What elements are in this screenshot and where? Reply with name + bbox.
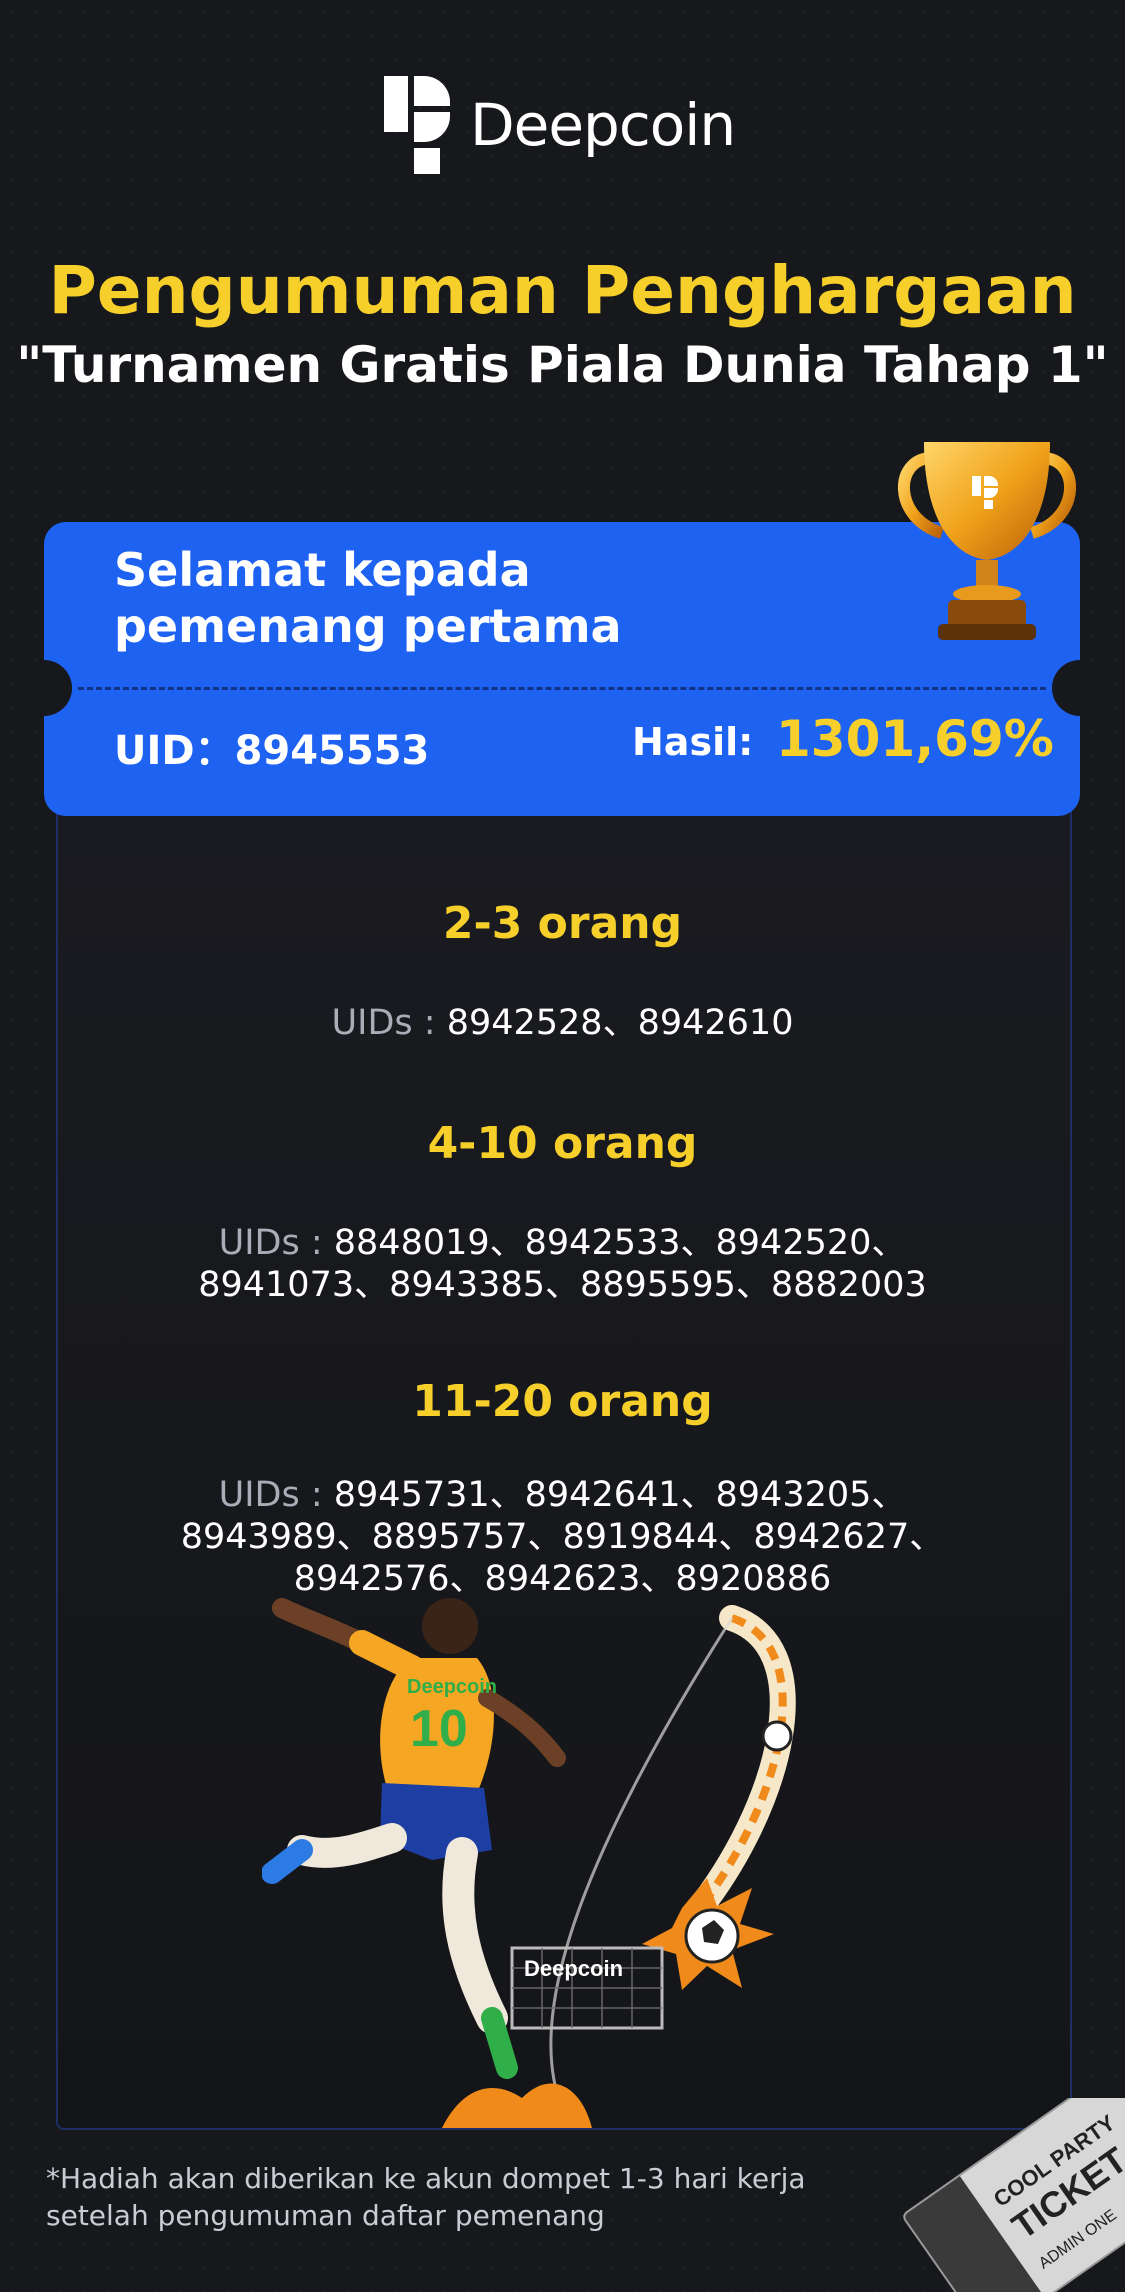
- jersey-number-text: 10: [410, 1700, 468, 1758]
- uids-label: UIDs :: [218, 1223, 323, 1263]
- result-label: Hasil:: [632, 720, 754, 764]
- tier-title-2-3: 2-3 orang: [442, 898, 683, 949]
- ticket-divider: [78, 687, 1046, 690]
- result-value: 1301,69%: [776, 710, 1054, 768]
- deepcoin-logo: Deepcoin: [384, 76, 736, 174]
- uids-label: UIDs :: [331, 1003, 436, 1043]
- tier-uids-11-20: UIDs : 8945731、8942641、8943205、8943989、8…: [140, 1474, 985, 1600]
- deepcoin-logo-icon: [384, 76, 450, 174]
- tier-title-11-20: 11-20 orang: [412, 1376, 713, 1427]
- trophy-icon: [897, 442, 1077, 640]
- ticket-notch-left: [16, 660, 72, 716]
- uids-values: 8942528、8942610: [446, 1003, 794, 1043]
- jersey-brand-text: Deepcoin: [407, 1676, 497, 1698]
- page-title: Pengumuman Penghargaan: [48, 252, 1077, 329]
- footnote: *Hadiah akan diberikan ke akun dompet 1-…: [46, 2162, 806, 2232]
- tier-uids-2-3: UIDs : 8942528、8942610: [140, 1002, 985, 1044]
- ticket-notch-right: [1052, 660, 1108, 716]
- winner-uid: UID：8945553: [114, 728, 430, 774]
- goal-brand-text: Deepcoin: [524, 1956, 623, 1981]
- small-ball-icon: [761, 1720, 793, 1752]
- page-subtitle: "Turnamen Gratis Piala Dunia Tahap 1": [16, 336, 1109, 394]
- tier-uids-4-10: UIDs : 8848019、8942533、8942520、8941073、8…: [140, 1222, 985, 1306]
- tier-title-4-10: 4-10 orang: [427, 1118, 698, 1169]
- football-player-illustration: Deepcoin Deepcoin 10: [262, 1598, 796, 2128]
- brand-name: Deepcoin: [470, 91, 736, 159]
- winner-heading: Selamat kepada pemenang pertama: [114, 543, 622, 653]
- uids-label: UIDs :: [218, 1475, 323, 1515]
- party-ticket-image: COOL PARTY TICKET ADMIN ONE: [902, 2098, 1125, 2292]
